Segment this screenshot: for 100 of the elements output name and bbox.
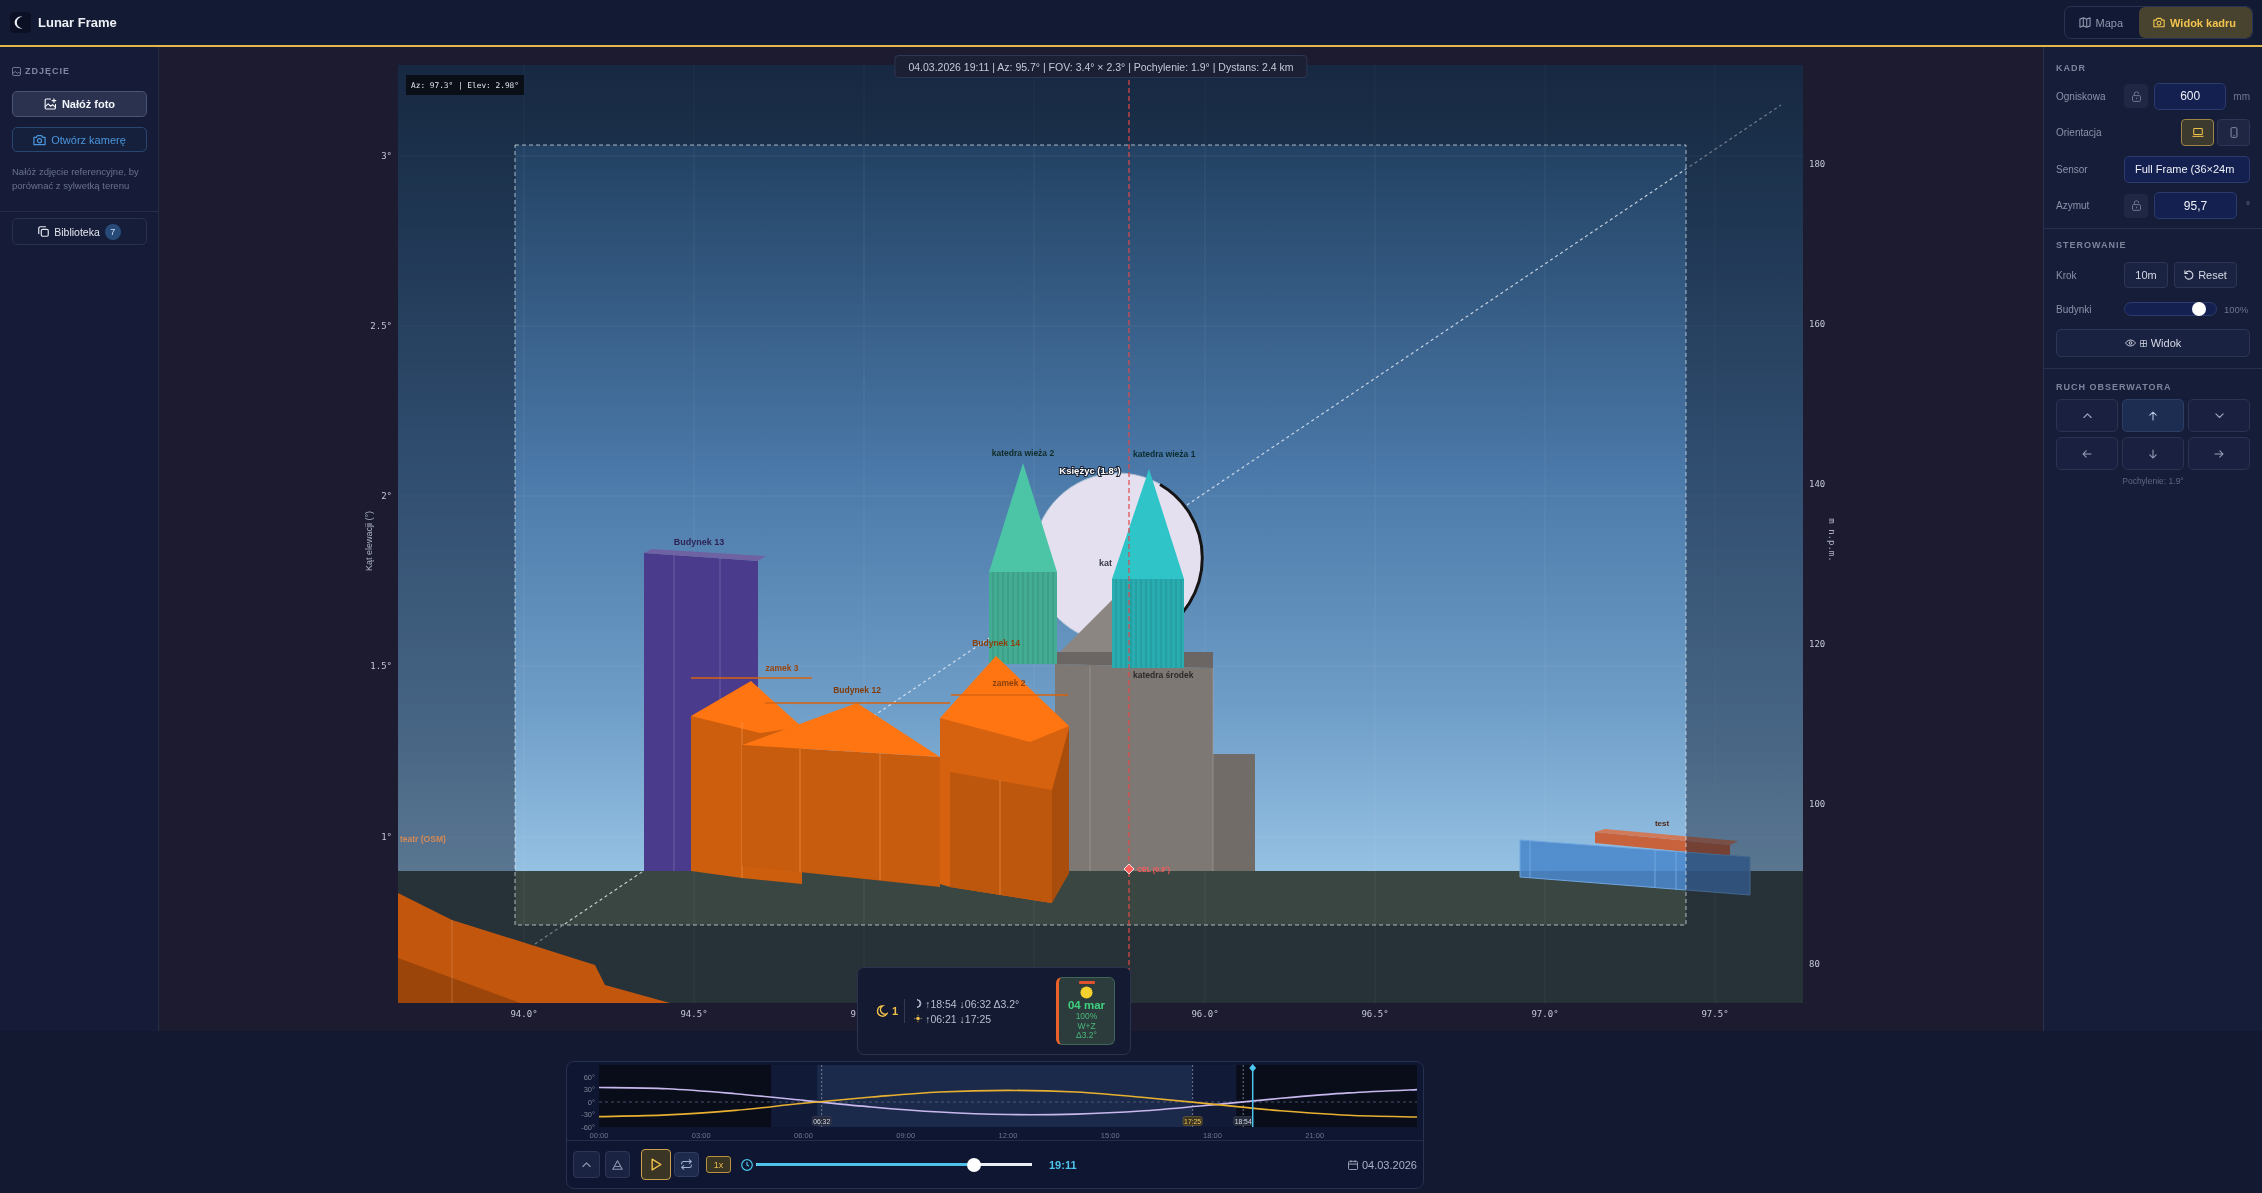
axis-tick-label: 3°	[381, 151, 392, 161]
laptop-icon	[2191, 127, 2204, 138]
unlock-icon	[2131, 90, 2141, 102]
axis-tick-label: 2.5°	[370, 321, 392, 331]
object-label: zamek 2	[992, 678, 1026, 688]
azimuth-field[interactable]: 95,7	[2154, 192, 2237, 219]
object-label: Budynek 14	[972, 638, 1020, 648]
phone-icon	[2227, 127, 2240, 138]
axis-tick-label: 120	[1809, 639, 1826, 649]
hint-text: Nałóż zdjęcie referencyjne, by porównać z sylwetką terenu	[12, 165, 140, 193]
object-label: katedra środek	[1133, 670, 1194, 680]
sun-times: ↑06:21 ↓17:25	[925, 1012, 992, 1025]
repeat-icon	[681, 1159, 692, 1170]
eye-icon	[2124, 339, 2136, 347]
rotate-icon	[2184, 270, 2195, 280]
arrow-left-icon	[2082, 449, 2092, 458]
triangle-icon	[612, 1159, 623, 1170]
count-badge: 7	[104, 223, 121, 240]
moon-label: Księżyc (1.8°)	[1059, 465, 1121, 476]
field-label: Budynki	[2056, 303, 2093, 315]
moon-count: 1	[892, 1005, 899, 1017]
object-label: kat	[1099, 558, 1112, 568]
section-title: KADR	[2056, 63, 2087, 73]
field-label: Azymut	[2056, 200, 2091, 211]
view-button[interactable]: Widok	[2056, 329, 2250, 357]
collapse-button[interactable]	[573, 1151, 600, 1178]
target-diamond-icon	[1123, 863, 1135, 875]
portrait-button[interactable]	[2217, 119, 2250, 146]
status-info-bar: 04.03.2026 19:11 | Az: 95.7° | FOV: 3.4° × 2.3° | Pochylenie: 1.9° | Dystans: 2.4 km	[894, 55, 1308, 78]
play-button[interactable]	[641, 1149, 671, 1180]
axis-tick-label: 94.0°	[510, 1009, 538, 1019]
play-icon	[650, 1158, 662, 1171]
arrow-down-icon	[2149, 448, 2157, 459]
delta-text: Δ3.2°	[1076, 1031, 1097, 1041]
day-card[interactable]: 04 mar 100% W+Z Δ3.2°	[1056, 977, 1115, 1045]
bar-marker-icon	[1078, 981, 1095, 984]
object-label: katedra wieża 1	[1133, 449, 1196, 459]
object-label: Budynek 13	[673, 537, 725, 547]
arrow-right-icon	[2214, 449, 2224, 458]
image-icon	[12, 66, 21, 76]
moon-icon	[876, 1005, 888, 1017]
reset-button[interactable]: Reset	[2174, 262, 2237, 288]
sensor-select[interactable]: Full Frame (36×24m	[2124, 155, 2250, 183]
calendar-icon	[1347, 1159, 1358, 1170]
moon-phase-icon	[1080, 986, 1093, 999]
chevron-down-icon	[2214, 412, 2224, 419]
date-button[interactable]: 04.03.2026	[1347, 1158, 1417, 1171]
buildings-slider[interactable]	[2124, 302, 2217, 316]
library-icon	[38, 226, 50, 237]
lock-button[interactable]	[2124, 193, 2148, 218]
axis-tick-label: 96.5°	[1361, 1009, 1389, 1019]
axis-tick-label: 9	[850, 1009, 856, 1019]
axis-tick-label: 97.0°	[1531, 1009, 1559, 1019]
step-button[interactable]: 10m	[2124, 262, 2168, 288]
unit-label: °	[2246, 200, 2250, 211]
landscape-button[interactable]	[2181, 119, 2214, 146]
lock-button[interactable]	[2124, 84, 2148, 108]
axis-tick-label: 97.5°	[1701, 1009, 1729, 1019]
axis-title: Kąt elewacji (°)	[364, 510, 374, 572]
axis-tick-label: 180	[1809, 159, 1826, 169]
slider-reading: 100%	[2224, 303, 2249, 315]
overlay-photo-button[interactable]: Nałóż foto	[12, 91, 147, 117]
card-date: 04 mar	[1067, 999, 1106, 1012]
object-label: Budynek 12	[833, 685, 881, 695]
axis-tick-label: 2°	[381, 491, 392, 501]
axis-tick-label: 80	[1809, 959, 1820, 969]
speed-button[interactable]: 1x	[706, 1156, 731, 1173]
section-title: STEROWANIE	[2056, 240, 2128, 250]
focal-length-field[interactable]: 600	[2154, 82, 2227, 110]
object-label: zamek 3	[765, 663, 799, 673]
terrain-button[interactable]	[605, 1151, 630, 1178]
library-button[interactable]: Biblioteka 7	[12, 218, 147, 245]
tilt-text: Pochylenie: 1.9°	[2121, 476, 2185, 486]
field-label: Ogniskowa	[2056, 90, 2107, 102]
open-camera-button[interactable]: Otwórz kamerę	[12, 127, 147, 152]
chevron-up-icon	[2082, 412, 2092, 419]
axis-title: m n.p.m.	[1827, 518, 1837, 562]
axis-tick-label: 140	[1809, 479, 1826, 489]
camera-icon	[2153, 17, 2166, 28]
field-label: Orientacja	[2056, 127, 2103, 138]
section-title: ZDJĘCIE	[25, 66, 70, 76]
field-label: Sensor	[2056, 163, 2089, 175]
phase-text: W+Z	[1077, 1021, 1096, 1031]
moon-logo-icon	[10, 12, 31, 33]
repeat-button[interactable]	[674, 1152, 699, 1177]
grid-icon	[2139, 339, 2147, 347]
axis-tick-label: 160	[1809, 319, 1826, 329]
slider-thumb[interactable]	[967, 1157, 982, 1172]
axis-tick-label: 96.0°	[1191, 1009, 1219, 1019]
time-readout: 19:11	[1049, 1158, 1077, 1171]
unlock-icon	[2131, 200, 2141, 211]
view-tab[interactable]: Mapa	[2064, 7, 2140, 38]
clock-icon	[741, 1158, 753, 1171]
map-icon	[2078, 17, 2091, 28]
sun-icon	[914, 1014, 923, 1023]
slider-thumb[interactable]	[2192, 302, 2206, 316]
app-title: Lunar Frame	[38, 15, 117, 30]
view-tab[interactable]: Widok kadru	[2139, 7, 2252, 38]
crescent-icon	[914, 999, 923, 1008]
moon-times: ↑18:54 ↓06:32 Δ3.2°	[925, 997, 1020, 1010]
